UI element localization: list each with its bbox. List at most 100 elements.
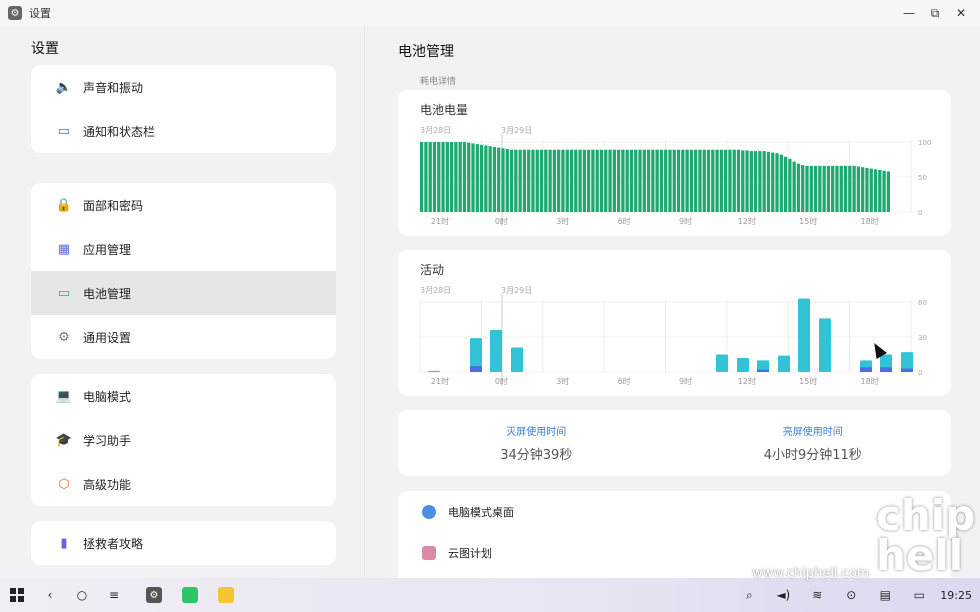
section-label: 耗电详情 <box>420 77 457 87</box>
battery-bar <box>514 149 518 212</box>
screen-on-label: 亮屏使用时间 <box>782 427 843 438</box>
minimize-icon[interactable]: — <box>896 6 922 20</box>
battery-bar <box>809 165 813 212</box>
start-grid-icon <box>10 588 24 602</box>
battery-bar <box>552 149 557 212</box>
green-app-button[interactable] <box>172 578 208 612</box>
y-tick-label: 0 <box>918 369 922 377</box>
sidebar-item[interactable]: ▮ 拯救者攻略 <box>31 521 336 565</box>
sidebar-item[interactable]: ⚙ 通用设置 <box>31 315 336 359</box>
battery-bar <box>544 149 548 212</box>
title-bar: ⚙ 设置 — ⧉ ✕ <box>0 0 980 26</box>
y-tick-label: 50 <box>918 174 927 182</box>
battery-bar <box>492 146 497 212</box>
battery-bar <box>565 149 569 212</box>
activity-bar <box>428 370 440 372</box>
sidebar-item-label: 通知和状态栏 <box>83 124 156 139</box>
settings-app-button[interactable]: ⚙ <box>136 578 172 612</box>
y-tick-label: 100 <box>918 139 931 147</box>
sidebar-item-label: 拯救者攻略 <box>83 536 144 551</box>
battery-bar <box>668 149 672 212</box>
battery-bar <box>522 149 527 212</box>
battery-bar <box>501 148 505 212</box>
desktop-mode-icon <box>422 504 436 519</box>
battery-bar <box>531 149 535 212</box>
sidebar-item[interactable]: 🔒 面部和密码 <box>31 183 336 227</box>
notes-app-button[interactable] <box>208 578 244 612</box>
start-button[interactable] <box>0 578 34 612</box>
volume-icon[interactable]: ◄) <box>766 578 800 612</box>
menu-icon[interactable]: ≡ <box>98 578 130 612</box>
search-icon[interactable]: ⌕ <box>732 578 766 612</box>
battery-bar <box>569 149 574 212</box>
battery-bar <box>612 149 616 212</box>
battery-bar <box>638 149 642 212</box>
screen-on-value: 4小时9分钟11秒 <box>763 448 862 463</box>
x-tick-label: 0时 <box>495 376 508 386</box>
back-icon[interactable]: ‹ <box>34 578 66 612</box>
x-tick-label: 3时 <box>556 216 569 226</box>
battery-bar <box>420 142 424 212</box>
battery-bar <box>796 163 801 212</box>
sidebar-item-label: 声音和振动 <box>83 80 144 95</box>
sidebar-item[interactable]: ⬡ 高级功能 <box>31 462 336 506</box>
maximize-icon[interactable]: ⧉ <box>922 6 948 21</box>
activity-bar <box>798 298 810 372</box>
battery-bar <box>676 149 681 212</box>
battery-bar <box>625 149 629 212</box>
battery-bar <box>634 149 638 212</box>
battery-bar <box>655 149 659 212</box>
sidebar-item-label: 高级功能 <box>83 477 132 492</box>
sidebar-item-label: 通用设置 <box>83 330 132 345</box>
battery-level-card: 电池电量 3月28日 3月29日 21时 0时 3时 6时 9时 12时 15时 18时 100 50 0 <box>398 90 951 236</box>
list-item[interactable]: 电脑模式桌面 <box>398 491 951 532</box>
activity-bar-screen-off <box>757 369 769 372</box>
guide-book-icon: ▮ <box>60 535 68 551</box>
battery-bar <box>672 149 676 212</box>
battery-level-chart: 电池电量 3月28日 3月29日 21时 0时 3时 6时 9时 12时 15时 18时 100 50 0 <box>419 103 931 226</box>
battery-bar <box>779 154 783 212</box>
battery-bar <box>835 165 839 212</box>
battery-bar <box>689 149 694 212</box>
lock-icon: 🔒 <box>55 197 73 213</box>
notes-icon[interactable]: ▤ <box>868 578 902 612</box>
sidebar-item[interactable]: 🎓 学习助手 <box>31 418 336 462</box>
home-icon[interactable]: ○ <box>66 578 98 612</box>
battery-bar <box>608 149 612 212</box>
battery-bar <box>595 149 599 212</box>
battery-bar <box>582 149 586 212</box>
sidebar-item-label: 应用管理 <box>83 242 132 257</box>
date-label: 3月28日 <box>420 126 451 135</box>
sidebar-item[interactable]: 🔈 声音和振动 <box>31 65 336 109</box>
sidebar-item[interactable]: ▦ 应用管理 <box>31 227 336 271</box>
battery-bar <box>561 149 565 212</box>
battery-bar <box>813 165 818 212</box>
battery-bar <box>548 149 552 212</box>
sidebar-item[interactable]: ▭ 电池管理 <box>31 271 336 315</box>
close-icon[interactable]: ✕ <box>948 6 974 20</box>
page-title: 电池管理 <box>398 44 454 60</box>
clock[interactable]: 19:25 <box>940 589 972 602</box>
battery-bar <box>865 167 869 212</box>
battery-bar <box>505 149 509 212</box>
sidebar-item[interactable]: ▭ 通知和状态栏 <box>31 109 336 153</box>
wifi-icon[interactable]: ≋ <box>800 578 834 612</box>
settings-group: 🔈 声音和振动 ▭ 通知和状态栏 <box>31 65 336 153</box>
battery-bar <box>527 149 531 212</box>
battery-bar <box>454 142 458 212</box>
battery-status-icon[interactable]: ▭ <box>902 578 936 612</box>
x-tick-label: 12时 <box>738 216 756 226</box>
battery-bar <box>736 149 741 212</box>
date-label: 3月29日 <box>501 286 532 295</box>
battery-bar <box>428 142 432 212</box>
sidebar-item-label: 学习助手 <box>83 433 132 448</box>
usage-time-card: 灭屏使用时间 34分钟39秒 亮屏使用时间 4小时9分钟11秒 <box>398 410 951 476</box>
window-title: 设置 <box>29 7 51 20</box>
battery-bar <box>762 151 766 212</box>
x-tick-label: 18时 <box>861 376 879 386</box>
battery-bar <box>685 149 689 212</box>
sidebar-item[interactable]: 💻 电脑模式 <box>31 374 336 418</box>
navigation-icon[interactable]: ⊙ <box>834 578 868 612</box>
battery-bar <box>706 149 711 212</box>
screen-off-usage: 灭屏使用时间 34分钟39秒 <box>398 410 675 476</box>
